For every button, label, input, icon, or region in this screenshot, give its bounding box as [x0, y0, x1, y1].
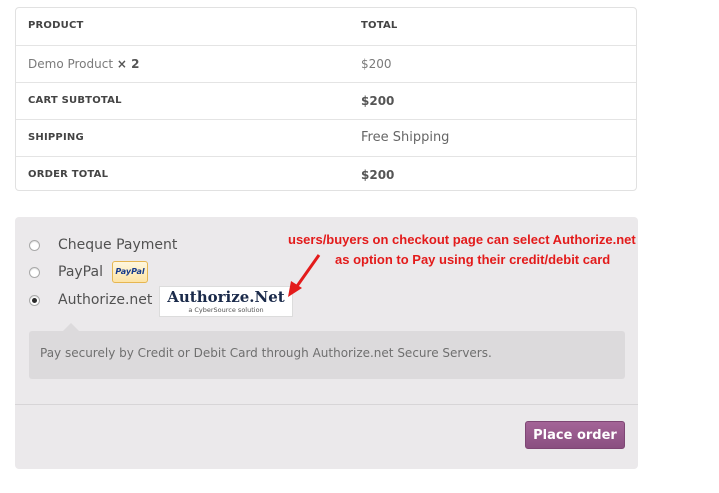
product-total: $200 [361, 57, 392, 71]
order-review-table: PRODUCT TOTAL Demo Product × 2 $200 CART… [15, 7, 637, 191]
table-row: ORDER TOTAL $200 [16, 156, 636, 193]
authorize-net-logo: Authorize.Net a CyberSource solution [159, 286, 293, 317]
annotation-line-2: as option to Pay using their credit/debi… [335, 252, 611, 267]
table-row: Demo Product × 2 $200 [16, 45, 636, 82]
divider [15, 404, 638, 405]
authorize-net-logo-text: Authorize.Net [167, 288, 285, 306]
payment-method-cheque[interactable]: Cheque Payment [29, 234, 177, 256]
shipping-value: Free Shipping [361, 130, 450, 145]
annotation-line-1: users/buyers on checkout page can select… [288, 232, 636, 247]
cheque-label[interactable]: Cheque Payment [58, 237, 177, 253]
payment-description-box: Pay securely by Credit or Debit Card thr… [29, 323, 625, 379]
cart-subtotal-label: CART SUBTOTAL [28, 95, 122, 106]
cheque-radio[interactable] [29, 239, 40, 251]
place-order-button[interactable]: Place order [525, 421, 625, 449]
product-name: Demo Product [28, 57, 114, 71]
total-column-header: TOTAL [361, 20, 398, 31]
payment-method-authorize-net[interactable]: Authorize.net [29, 289, 152, 311]
product-name-cell: Demo Product × 2 [28, 46, 139, 82]
table-row: CART SUBTOTAL $200 [16, 82, 636, 119]
authorize-net-radio[interactable] [29, 294, 40, 306]
product-quantity: × 2 [116, 57, 140, 71]
shipping-label: SHIPPING [28, 132, 84, 143]
annotation-arrow-icon [288, 254, 321, 297]
order-total-label: ORDER TOTAL [28, 169, 109, 180]
paypal-radio[interactable] [29, 266, 40, 278]
payment-method-paypal[interactable]: PayPal [29, 261, 103, 283]
authorize-net-label[interactable]: Authorize.net [58, 292, 152, 308]
order-total-value: $200 [361, 168, 395, 182]
authorize-net-logo-subtext: a CyberSource solution [188, 306, 264, 314]
paypal-logo: PayPal [112, 261, 148, 283]
payment-description: Pay securely by Credit or Debit Card thr… [40, 346, 492, 360]
table-row: SHIPPING Free Shipping [16, 119, 636, 156]
paypal-label[interactable]: PayPal [58, 264, 103, 280]
product-column-header: PRODUCT [28, 20, 84, 31]
table-header-row: PRODUCT TOTAL [16, 8, 636, 45]
cart-subtotal-value: $200 [361, 94, 395, 108]
